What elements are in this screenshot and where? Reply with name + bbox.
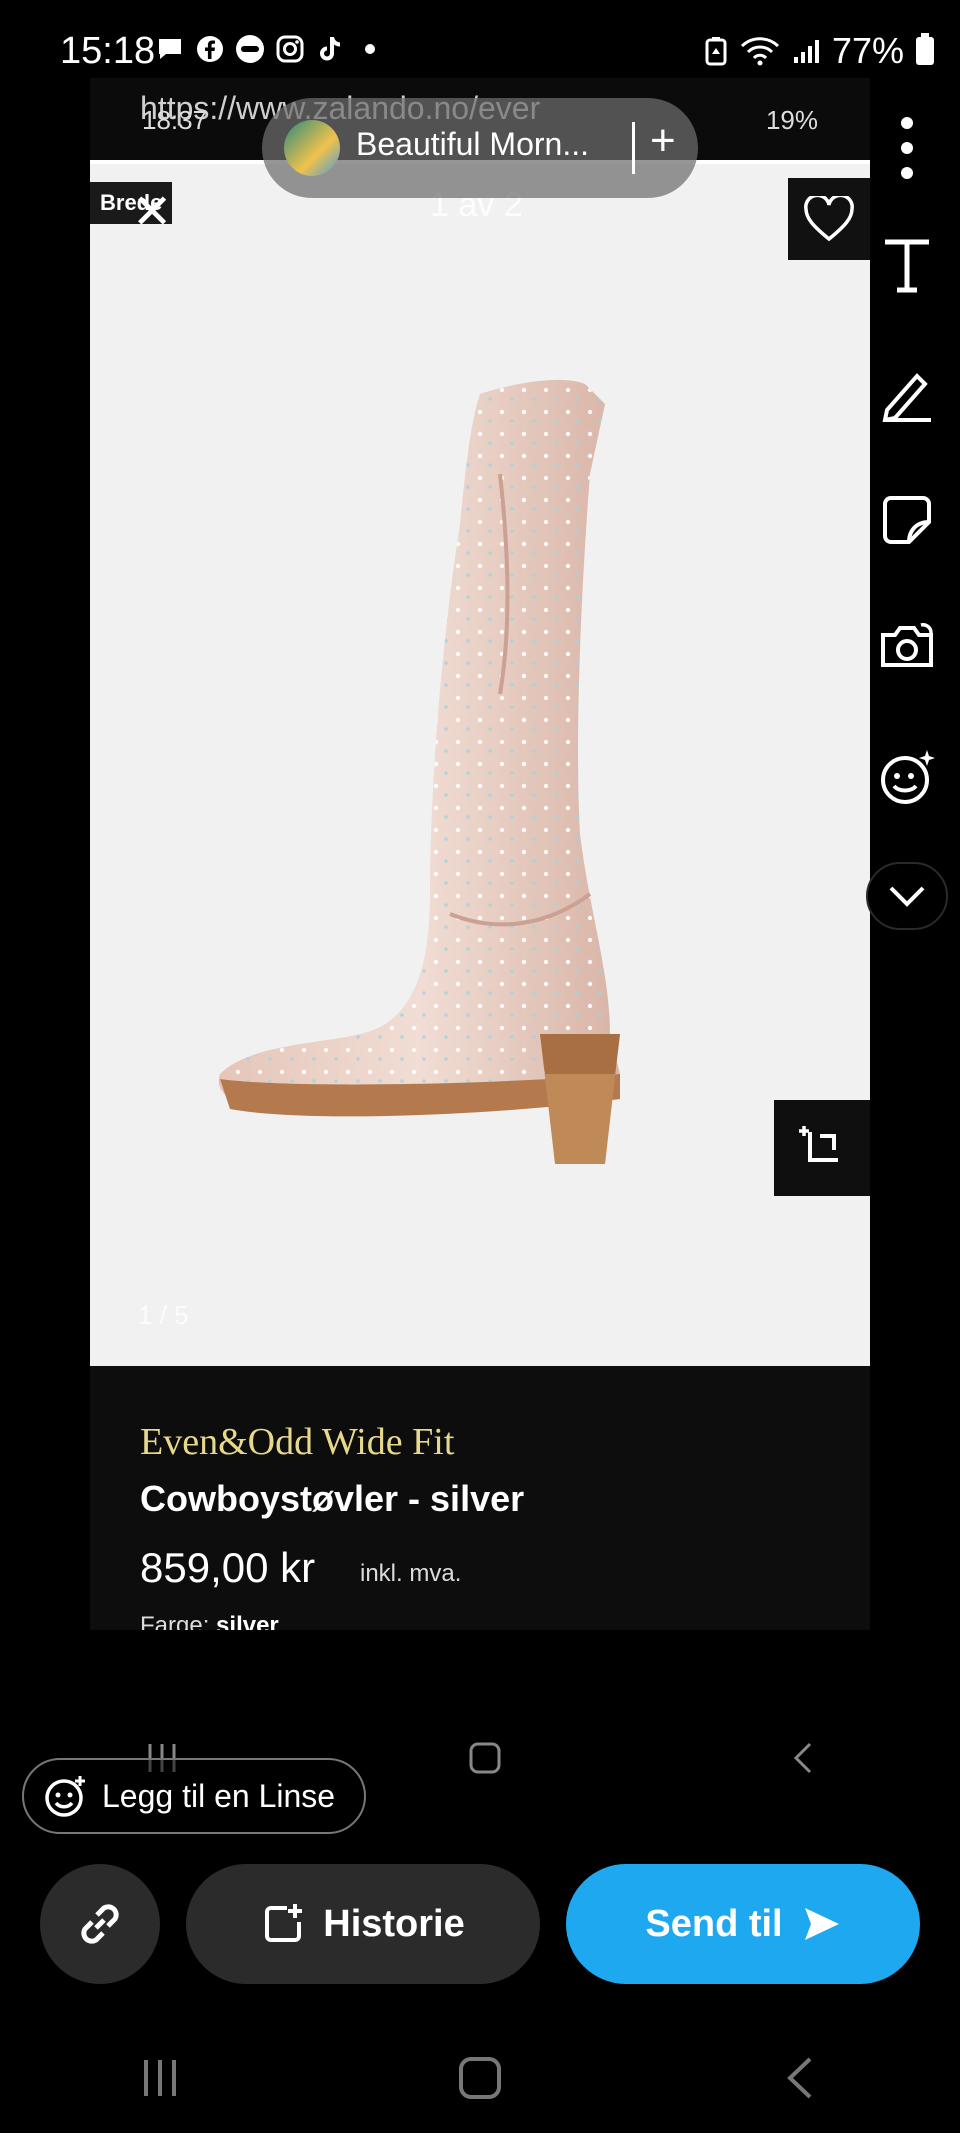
send-to-label: Send til <box>645 1902 783 1945</box>
wifi-icon <box>740 37 779 66</box>
pencil-icon <box>882 373 931 422</box>
home-icon <box>459 2057 501 2099</box>
recent-apps-button[interactable] <box>115 2048 205 2108</box>
product-info: Even&Odd Wide Fit Cowboystøvler - silver… <box>90 1366 870 1630</box>
story-button[interactable]: Historie <box>186 1864 540 1984</box>
cowboy-boot-image <box>218 379 620 1164</box>
sticker-icon <box>883 496 931 544</box>
emoji-sparkle-icon <box>881 750 935 804</box>
music-thumbnail <box>284 120 340 176</box>
chevron-circle <box>866 862 948 930</box>
chat-icon <box>155 34 185 64</box>
color-label: Farge: <box>140 1612 210 1630</box>
more-notifications-dot <box>355 34 385 64</box>
music-sticker[interactable]: Beautiful Morn... + <box>262 98 698 198</box>
more-icon <box>901 117 913 179</box>
home-button[interactable] <box>435 2048 525 2108</box>
music-divider <box>632 122 635 174</box>
product-color: Farge: silver <box>140 1612 279 1630</box>
text-icon <box>885 239 929 293</box>
add-music-icon[interactable]: + <box>650 116 676 166</box>
product-photo: Brede ✕ 1 av 2 1 / 5 <box>90 164 870 1366</box>
close-icon[interactable]: ✕ <box>132 184 172 240</box>
instagram-icon <box>275 34 305 64</box>
back-button[interactable] <box>755 2048 845 2108</box>
add-lens-button[interactable]: Legg til en Linse <box>22 1758 366 1834</box>
color-value: silver <box>216 1612 279 1630</box>
battery-percent: 77% <box>831 30 904 71</box>
more-button[interactable] <box>862 108 952 188</box>
send-to-button[interactable]: Send til <box>566 1864 920 1984</box>
send-arrow-icon <box>804 1908 839 1940</box>
link-button[interactable] <box>40 1864 160 1984</box>
story-label: Historie <box>323 1902 465 1945</box>
music-title: Beautiful Morn... <box>356 126 589 162</box>
product-name: Cowboystøvler - silver <box>140 1478 525 1519</box>
status-right: 77% <box>704 30 934 72</box>
text-tool-button[interactable] <box>862 226 952 306</box>
inner-time: 18:37 <box>142 105 208 135</box>
add-story-icon <box>265 1904 303 1942</box>
price-note: inkl. mva. <box>360 1560 462 1587</box>
status-time: 15:18 <box>60 30 156 72</box>
add-lens-label: Legg til en Linse <box>102 1777 336 1814</box>
wishlist-button[interactable] <box>788 178 870 260</box>
battery-saver-icon <box>705 37 727 66</box>
draw-tool-button[interactable] <box>862 354 952 434</box>
captured-screenshot: https://www.zalando.no/ever 18:37 19% <box>90 78 870 1630</box>
facebook-icon <box>195 34 225 64</box>
crop-add-icon <box>799 1126 838 1162</box>
sticker-tool-button[interactable] <box>862 480 952 560</box>
expand-tools-button[interactable] <box>862 856 952 936</box>
battery-icon <box>916 33 934 65</box>
system-nav-bar <box>0 2048 960 2108</box>
crop-button[interactable] <box>774 1100 870 1196</box>
recent-apps-icon <box>144 2060 176 2096</box>
product-price: 859,00 kr <box>140 1544 316 1591</box>
notification-icons <box>155 34 385 64</box>
camera-tool-button[interactable] <box>862 606 952 686</box>
back-icon <box>787 2057 812 2099</box>
home-icon <box>469 1742 501 1774</box>
camera-flip-icon <box>881 623 933 667</box>
back-icon <box>793 1742 811 1774</box>
emoji-tool-button[interactable] <box>862 738 952 818</box>
chevron-down-icon <box>889 886 925 907</box>
heart-icon <box>804 196 854 242</box>
lens-smile-icon <box>45 1776 85 1817</box>
product-brand: Even&Odd Wide Fit <box>140 1421 455 1463</box>
coop-icon <box>235 34 265 64</box>
tiktok-icon <box>315 34 345 64</box>
inner-battery: 19% <box>765 105 818 135</box>
image-counter-bottom: 1 / 5 <box>138 1300 189 1330</box>
signal-icon <box>793 40 819 63</box>
link-icon <box>81 1904 119 1944</box>
